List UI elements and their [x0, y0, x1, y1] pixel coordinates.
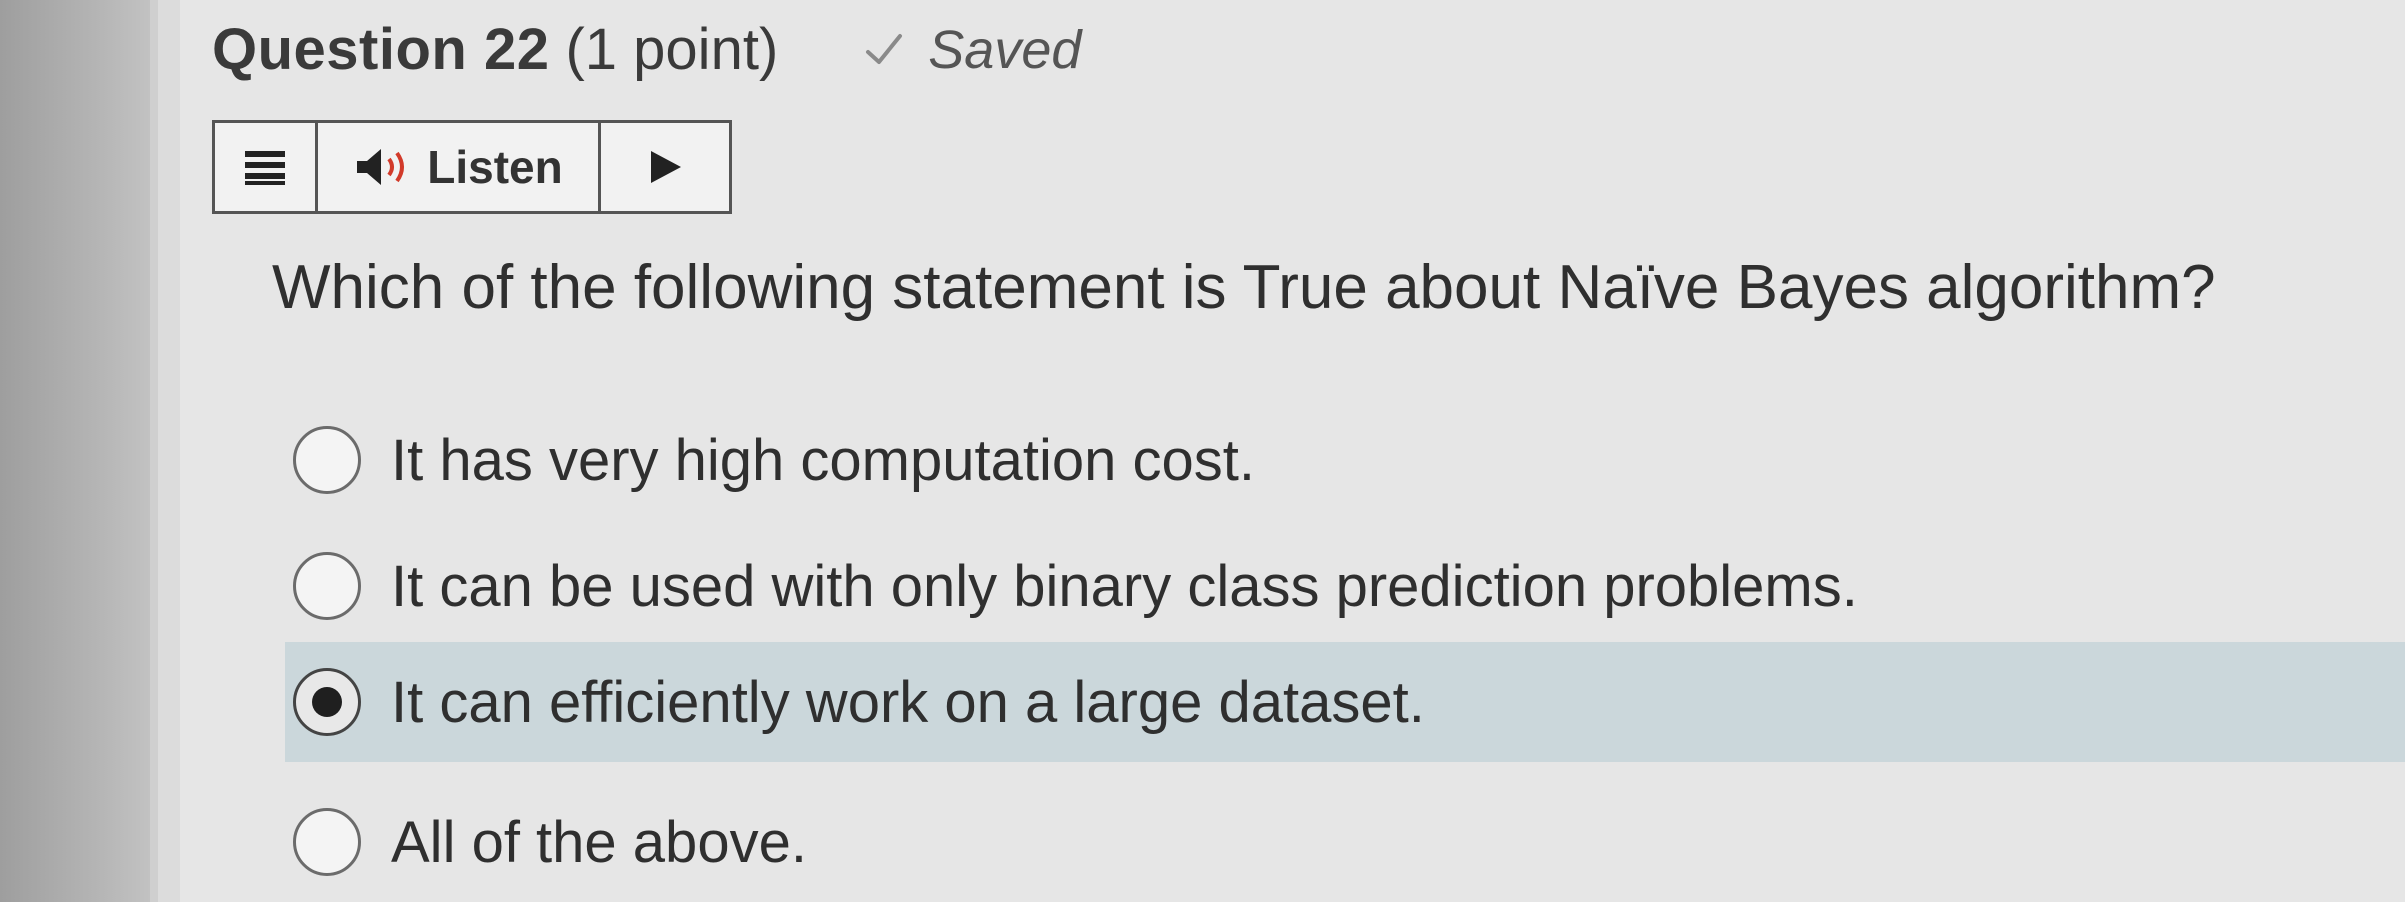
saved-status: Saved — [928, 19, 1082, 80]
question-title: Question 22 — [212, 17, 550, 82]
radio-button-selected[interactable] — [293, 668, 361, 736]
listen-toolbar: Listen — [212, 120, 732, 214]
option-4[interactable]: All of the above. — [285, 782, 807, 902]
listen-button[interactable]: Listen — [318, 123, 601, 211]
question-header: Question 22 (1 point) Saved — [212, 16, 1081, 83]
option-2[interactable]: It can be used with only binary class pr… — [285, 526, 1858, 646]
option-1[interactable]: It has very high computation cost. — [285, 400, 1255, 520]
radio-button[interactable] — [293, 808, 361, 876]
option-label: It has very high computation cost. — [391, 427, 1255, 493]
radio-button[interactable] — [293, 552, 361, 620]
option-label: It can efficiently work on a large datas… — [391, 669, 1425, 735]
listen-label: Listen — [427, 141, 563, 193]
radio-dot — [312, 687, 342, 717]
play-button[interactable] — [601, 123, 729, 211]
listen-menu-button[interactable] — [215, 123, 318, 211]
question-points: (1 point) — [565, 17, 779, 82]
speaker-icon — [357, 149, 405, 185]
option-label: It can be used with only binary class pr… — [391, 553, 1858, 619]
play-icon — [651, 151, 681, 183]
radio-button[interactable] — [293, 426, 361, 494]
question-text: Which of the following statement is True… — [272, 253, 2216, 322]
check-icon — [866, 33, 903, 64]
left-rail — [0, 0, 158, 902]
option-label: All of the above. — [391, 809, 807, 875]
option-3[interactable]: It can efficiently work on a large datas… — [285, 642, 2405, 762]
menu-icon — [245, 151, 285, 185]
